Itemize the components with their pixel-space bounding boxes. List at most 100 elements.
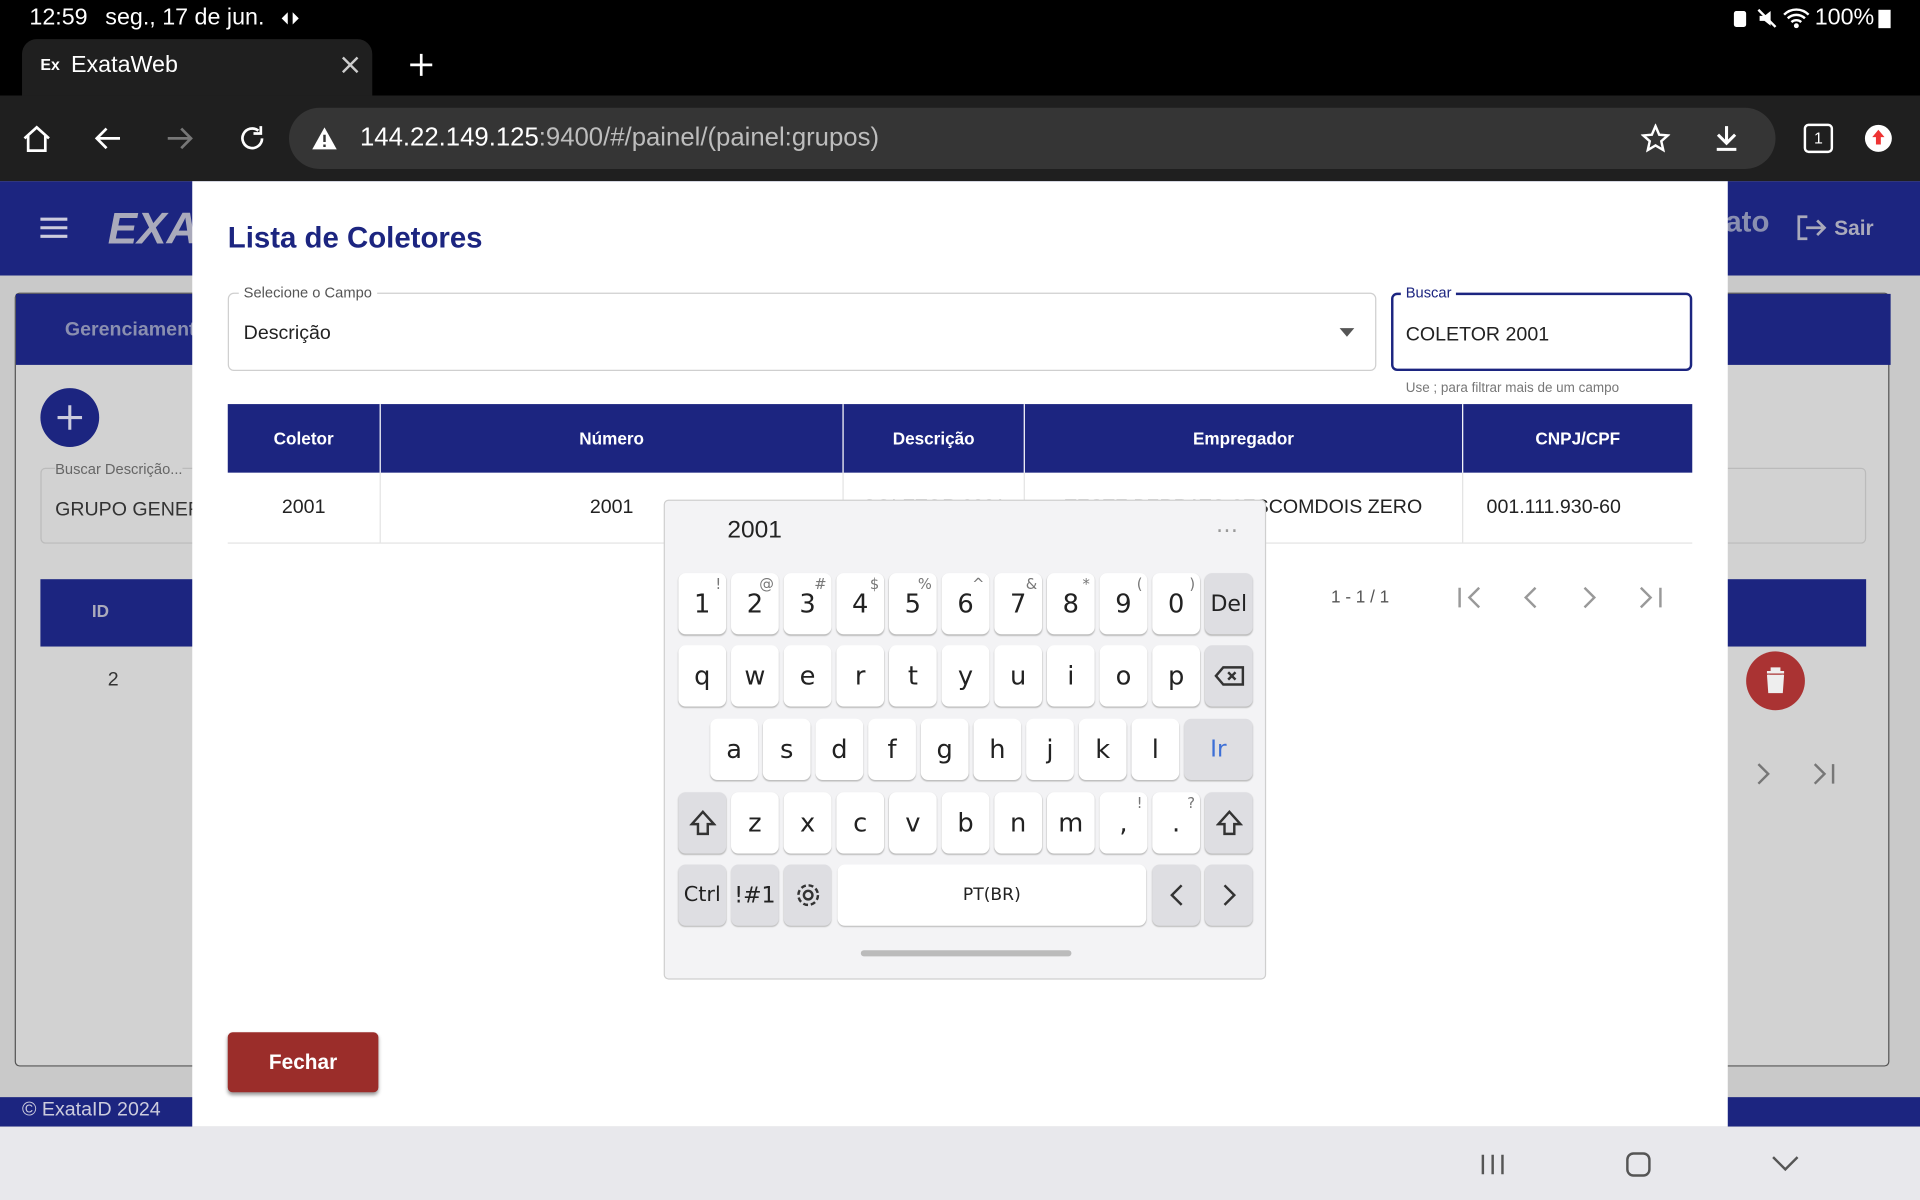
key-7[interactable]: 7 & — [994, 573, 1043, 635]
logout-label[interactable]: Sair — [1834, 217, 1873, 241]
key-c[interactable]: c — [836, 792, 885, 854]
back-icon[interactable] — [93, 124, 122, 153]
tab-gerenciamento[interactable]: Gerenciament — [65, 320, 196, 342]
key-u[interactable]: u — [994, 645, 1043, 707]
profile-icon[interactable] — [1864, 124, 1893, 153]
new-tab-icon[interactable] — [409, 53, 433, 77]
hide-keyboard-icon[interactable] — [1771, 1155, 1800, 1172]
add-button[interactable] — [40, 388, 100, 447]
key-g[interactable]: g — [920, 718, 969, 781]
browser-tab-bar: Ex ExataWeb — [0, 36, 1920, 96]
key-a[interactable]: a — [710, 718, 758, 781]
key-8[interactable]: 8 * — [1046, 573, 1095, 635]
key-del[interactable]: Del — [1204, 573, 1253, 635]
key-go[interactable]: Ir — [1184, 718, 1253, 781]
keyboard-suggestion[interactable]: 2001 — [727, 517, 781, 545]
key-r[interactable]: r — [836, 645, 885, 707]
status-date: seg., 17 de jun. — [105, 4, 265, 31]
cell-cnpj: 001.111.930-60 — [1486, 496, 1621, 518]
search-input[interactable]: GRUPO GENER — [55, 500, 202, 522]
key-4[interactable]: 4 $ — [836, 573, 885, 635]
battery-saver-icon — [1731, 9, 1748, 29]
column-empregador[interactable]: Empregador — [1025, 404, 1464, 473]
recent-apps-icon[interactable] — [1479, 1152, 1506, 1176]
tab-switcher-icon[interactable]: 1 — [1803, 123, 1834, 154]
key-0[interactable]: 0) — [1152, 573, 1201, 635]
key-k[interactable]: k — [1078, 718, 1127, 781]
menu-icon[interactable] — [39, 216, 68, 240]
mute-icon — [1756, 7, 1778, 29]
column-numero[interactable]: Número — [381, 404, 844, 473]
delete-button[interactable] — [1746, 651, 1805, 711]
key-m[interactable]: m — [1046, 792, 1095, 854]
key-1[interactable]: 1! — [678, 573, 727, 635]
key-e[interactable]: e — [783, 645, 832, 707]
tab-title: ExataWeb — [71, 52, 178, 79]
search-field-label: Buscar — [1400, 284, 1457, 302]
backspace-icon[interactable] — [1204, 645, 1253, 707]
key-o[interactable]: o — [1099, 645, 1148, 707]
last-page-icon[interactable] — [1811, 762, 1838, 786]
address-bar[interactable]: 144.22.149.125:9400/#/painel/(painel:gru… — [288, 107, 1776, 169]
search-hint: Use ; para filtrar mais de um campo — [1405, 380, 1620, 396]
key-6[interactable]: 6 ^ — [941, 573, 990, 635]
key-ctrl[interactable]: Ctrl — [678, 864, 727, 926]
key-comma[interactable]: ,! — [1099, 792, 1148, 854]
logout-icon[interactable] — [1795, 213, 1827, 242]
last-page-icon[interactable] — [1637, 585, 1664, 609]
cell-coletor: 2001 — [228, 472, 381, 543]
key-w[interactable]: w — [731, 645, 779, 707]
key-s[interactable]: s — [762, 718, 811, 781]
forward-icon[interactable] — [165, 124, 194, 153]
field-select[interactable]: Descrição — [227, 292, 1377, 372]
home-nav-icon[interactable] — [1625, 1151, 1652, 1178]
search-field[interactable]: COLETOR 2001 — [1391, 292, 1693, 372]
key-period[interactable]: .? — [1152, 792, 1201, 854]
key-j[interactable]: j — [1026, 718, 1074, 781]
first-page-icon[interactable] — [1456, 585, 1483, 609]
status-bar: 12:59 seg., 17 de jun. 100% — [0, 0, 1920, 37]
reload-icon[interactable] — [238, 124, 267, 153]
column-descricao[interactable]: Descrição — [844, 404, 1025, 473]
home-icon[interactable] — [21, 124, 53, 153]
key-x[interactable]: x — [783, 792, 832, 854]
key-n[interactable]: n — [994, 792, 1043, 854]
key-symbols[interactable]: !#1 — [731, 864, 779, 926]
field-select-label: Selecione o Campo — [238, 284, 377, 302]
close-tab-icon[interactable] — [340, 55, 360, 75]
key-y[interactable]: y — [941, 645, 990, 707]
close-button[interactable]: Fechar — [227, 1032, 379, 1093]
column-coletor[interactable]: Coletor — [228, 404, 381, 473]
key-v[interactable]: v — [888, 792, 937, 854]
bookmark-star-icon[interactable] — [1640, 123, 1671, 153]
key-d[interactable]: d — [815, 718, 864, 781]
column-cnpj[interactable]: CNPJ/CPF — [1463, 404, 1692, 473]
next-page-icon[interactable] — [1755, 762, 1772, 786]
key-b[interactable]: b — [941, 792, 990, 854]
gear-icon[interactable] — [783, 864, 832, 926]
key-q[interactable]: q — [678, 645, 727, 707]
browser-tab[interactable]: Ex ExataWeb — [22, 39, 373, 96]
shift-icon[interactable] — [1204, 792, 1253, 854]
key-f[interactable]: f — [868, 718, 916, 781]
more-options-icon[interactable]: ⋯ — [1216, 518, 1239, 544]
shift-icon[interactable] — [678, 792, 727, 854]
key-3[interactable]: 3 # — [783, 573, 832, 635]
key-5[interactable]: 5% — [888, 573, 937, 635]
cursor-left-icon[interactable] — [1152, 864, 1201, 926]
space-key[interactable]: PT(BR) — [837, 864, 1147, 926]
key-t[interactable]: t — [888, 645, 937, 707]
download-icon[interactable] — [1713, 124, 1740, 153]
key-i[interactable]: i — [1046, 645, 1095, 707]
key-z[interactable]: z — [731, 792, 779, 854]
key-h[interactable]: h — [973, 718, 1022, 781]
key-9[interactable]: 9( — [1099, 573, 1148, 635]
previous-page-icon[interactable] — [1522, 585, 1539, 609]
key-l[interactable]: l — [1131, 718, 1180, 781]
key-2[interactable]: 2 @ — [731, 573, 779, 635]
search-field-input[interactable]: COLETOR 2001 — [1406, 324, 1549, 346]
keyboard-handle[interactable] — [860, 950, 1072, 957]
cursor-right-icon[interactable] — [1204, 864, 1253, 926]
next-page-icon[interactable] — [1581, 585, 1598, 609]
key-p[interactable]: p — [1152, 645, 1201, 707]
